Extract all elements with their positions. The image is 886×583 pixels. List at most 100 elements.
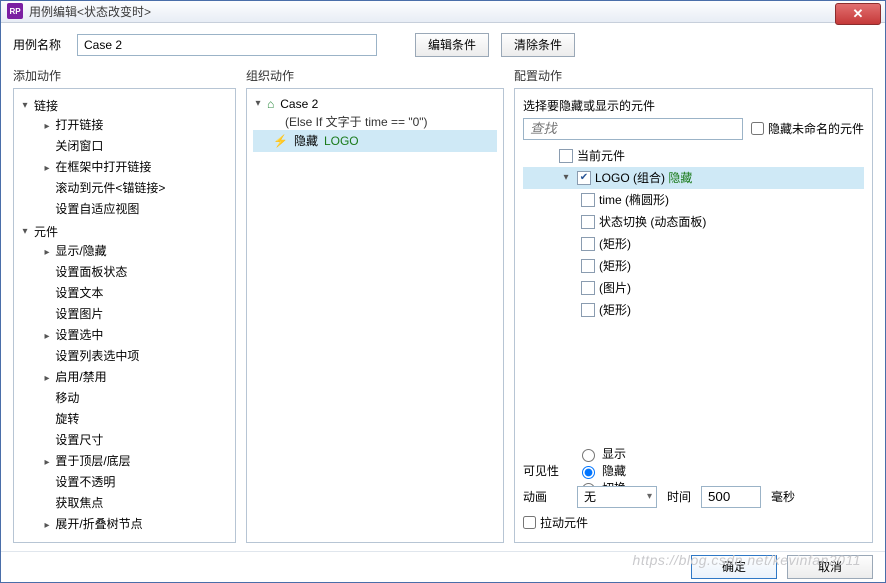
- anim-value: 无: [584, 488, 596, 505]
- tree-group-label: 链接: [34, 97, 58, 114]
- element-row[interactable]: (矩形): [523, 233, 864, 255]
- expand-icon[interactable]: [42, 247, 52, 258]
- element-checkbox[interactable]: [581, 237, 595, 251]
- element-row[interactable]: ▾ ✔ LOGO (组合) 隐藏: [523, 167, 864, 189]
- element-checkbox[interactable]: [581, 303, 595, 317]
- tree-item-label: 打开链接: [52, 118, 103, 132]
- expand-icon[interactable]: [20, 100, 30, 111]
- cancel-button[interactable]: 取消: [787, 555, 873, 579]
- expand-icon[interactable]: [253, 98, 263, 109]
- tree-item[interactable]: 设置选中: [20, 324, 233, 345]
- case-action[interactable]: ⚡ 隐藏 LOGO: [253, 130, 497, 152]
- hide-unnamed-label: 隐藏未命名的元件: [768, 120, 864, 137]
- hide-unnamed-check[interactable]: 隐藏未命名的元件: [751, 120, 864, 137]
- tree-item[interactable]: 旋转: [20, 408, 233, 429]
- tree-item[interactable]: 展开/折叠树节点: [20, 513, 233, 534]
- clear-condition-button[interactable]: 清除条件: [501, 33, 575, 57]
- element-row[interactable]: 当前元件: [523, 145, 864, 167]
- section-headers: 添加动作 组织动作 配置动作: [13, 67, 873, 84]
- tree-item[interactable]: 移动: [20, 387, 233, 408]
- tree-item[interactable]: 设置图片: [20, 303, 233, 324]
- options: 可见性 显示隐藏切换 动画 无 ▾ 时间 毫秒: [523, 453, 864, 536]
- time-input[interactable]: [701, 486, 761, 508]
- tree-item-label: 设置文本: [52, 286, 103, 300]
- tree-item[interactable]: 设置文本: [20, 282, 233, 303]
- anim-select[interactable]: 无 ▾: [577, 486, 657, 508]
- edit-condition-button[interactable]: 编辑条件: [415, 33, 489, 57]
- tree-item-label: 在框架中打开链接: [52, 160, 151, 174]
- tree-item[interactable]: 关闭窗口: [20, 135, 233, 156]
- visibility-option-label: 隐藏: [602, 462, 626, 479]
- case-name-input[interactable]: [77, 34, 377, 56]
- element-checkbox[interactable]: [581, 281, 595, 295]
- expand-icon[interactable]: [42, 520, 52, 531]
- visibility-option[interactable]: 隐藏: [577, 462, 626, 479]
- element-row[interactable]: 状态切换 (动态面板): [523, 211, 864, 233]
- configure-actions-panel: 选择要隐藏或显示的元件 隐藏未命名的元件 当前元件▾✔ LOGO (组合) 隐藏…: [514, 88, 873, 543]
- organize-actions-panel: ⌂ Case 2 (Else If 文字于 time == "0") ⚡ 隐藏 …: [246, 88, 504, 543]
- element-row[interactable]: (矩形): [523, 255, 864, 277]
- visibility-radio[interactable]: [582, 449, 595, 462]
- element-checkbox[interactable]: [581, 193, 595, 207]
- tree-item-label: 旋转: [52, 412, 79, 426]
- tree-group[interactable]: 元件: [20, 223, 233, 240]
- titlebar: RP 用例编辑<状态改变时> ✕: [1, 1, 885, 23]
- visibility-radio[interactable]: [582, 466, 595, 479]
- tree-item[interactable]: 置于顶层/底层: [20, 450, 233, 471]
- tree-item[interactable]: 设置面板状态: [20, 261, 233, 282]
- organize-actions-header: 组织动作: [246, 67, 504, 84]
- close-button[interactable]: ✕: [835, 3, 881, 25]
- tree-item[interactable]: 设置尺寸: [20, 429, 233, 450]
- element-row[interactable]: (图片): [523, 277, 864, 299]
- tree-item[interactable]: 在框架中打开链接: [20, 156, 233, 177]
- case-tree[interactable]: ⌂ Case 2 (Else If 文字于 time == "0") ⚡ 隐藏 …: [247, 89, 503, 158]
- tree-item[interactable]: 启用/禁用: [20, 366, 233, 387]
- expand-icon[interactable]: [42, 373, 52, 384]
- tree-group[interactable]: 链接: [20, 97, 233, 114]
- tree-group-label: 元件: [34, 223, 58, 240]
- element-row[interactable]: (矩形): [523, 299, 864, 321]
- pull-checkbox[interactable]: [523, 516, 536, 529]
- expand-icon[interactable]: [42, 331, 52, 342]
- expand-icon[interactable]: ▾: [559, 172, 573, 183]
- tree-item-label: 显示/隐藏: [52, 244, 107, 258]
- pull-check[interactable]: 拉动元件: [523, 514, 588, 531]
- ok-button[interactable]: 确定: [691, 555, 777, 579]
- action-prefix: 隐藏: [294, 132, 318, 149]
- tree-item[interactable]: 设置自适应视图: [20, 198, 233, 219]
- tree-item[interactable]: 设置不透明: [20, 471, 233, 492]
- element-checkbox[interactable]: [581, 215, 595, 229]
- expand-icon[interactable]: [42, 163, 52, 174]
- add-actions-tree[interactable]: 链接 打开链接 关闭窗口 在框架中打开链接 滚动到元件<锚链接> 设置自适应视图…: [14, 89, 235, 542]
- element-checkbox[interactable]: ✔: [577, 171, 591, 185]
- tree-item[interactable]: 打开链接: [20, 114, 233, 135]
- element-checkbox[interactable]: [559, 149, 573, 163]
- case-node[interactable]: ⌂ Case 2: [253, 95, 497, 113]
- pull-row: 拉动元件: [523, 510, 864, 536]
- visibility-label: 可见性: [523, 462, 567, 479]
- element-label: (矩形): [599, 257, 631, 274]
- element-label: (矩形): [599, 301, 631, 318]
- tree-item[interactable]: 滚动到元件<锚链接>: [20, 177, 233, 198]
- element-checkbox[interactable]: [581, 259, 595, 273]
- tree-item[interactable]: 显示/隐藏: [20, 240, 233, 261]
- element-label: time (椭圆形): [599, 191, 669, 208]
- time-label: 时间: [667, 488, 691, 505]
- expand-icon[interactable]: [42, 121, 52, 132]
- expand-icon[interactable]: [20, 226, 30, 237]
- search-input[interactable]: [523, 118, 743, 140]
- element-label: 当前元件: [577, 147, 625, 164]
- add-actions-header: 添加动作: [13, 67, 236, 84]
- element-label: 状态切换 (动态面板): [599, 213, 706, 230]
- tree-item[interactable]: 设置列表选中项: [20, 345, 233, 366]
- time-unit: 毫秒: [771, 488, 795, 505]
- visibility-option[interactable]: 显示: [577, 445, 626, 462]
- hide-unnamed-checkbox[interactable]: [751, 122, 764, 135]
- element-row[interactable]: time (椭圆形): [523, 189, 864, 211]
- element-list[interactable]: 当前元件 ▾ ✔ LOGO (组合) 隐藏 time (椭圆形) 状态切换 (动态面…: [523, 144, 864, 447]
- expand-icon[interactable]: [42, 457, 52, 468]
- anim-row: 动画 无 ▾ 时间 毫秒: [523, 484, 864, 510]
- element-label: LOGO (组合) 隐藏: [595, 169, 692, 186]
- tree-item-label: 移动: [52, 391, 79, 405]
- tree-item[interactable]: 获取焦点: [20, 492, 233, 513]
